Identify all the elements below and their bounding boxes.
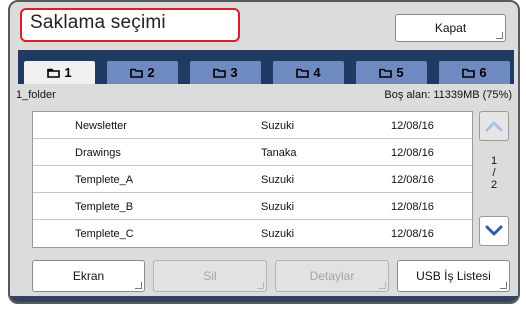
tab-label: 3 — [230, 65, 238, 80]
page-scroller: 1 / 2 — [479, 111, 509, 248]
folder-icon — [47, 68, 61, 78]
folder-name: 1_folder — [16, 89, 56, 101]
page-indicator: 1 / 2 — [479, 155, 509, 191]
list-item[interactable]: Templete_C Suzuki 12/08/16 — [33, 220, 472, 247]
item-name: Newsletter — [75, 120, 127, 132]
item-owner: Suzuki — [261, 201, 295, 213]
item-owner: Tanaka — [261, 147, 297, 159]
folder-info-line: 1_folder Boş alan: 11339MB (75%) — [10, 86, 518, 102]
scroll-down-button[interactable] — [479, 216, 509, 246]
item-name: Templete_C — [75, 228, 134, 240]
item-date: 12/08/16 — [391, 201, 434, 213]
folder-icon — [379, 68, 393, 78]
button-corner-mark — [379, 282, 386, 289]
page-current: 1 — [490, 155, 498, 167]
page-separator: / — [492, 167, 496, 179]
usb-job-list-button[interactable]: USB İş Listesi — [397, 260, 510, 292]
item-date: 12/08/16 — [391, 147, 434, 159]
tab-folder-2[interactable]: 2 — [107, 61, 178, 84]
list-item[interactable]: Newsletter Suzuki 12/08/16 — [33, 112, 472, 139]
storage-selection-dialog: Saklama seçimi Kapat 1 2 3 4 5 6 1_folde… — [8, 0, 520, 304]
usb-job-list-label: USB İş Listesi — [416, 269, 491, 283]
chevron-up-icon — [485, 121, 503, 132]
item-date: 12/08/16 — [391, 228, 434, 240]
list-item[interactable]: Templete_B Suzuki 12/08/16 — [33, 193, 472, 220]
tab-label: 6 — [479, 65, 487, 80]
item-owner: Suzuki — [261, 228, 295, 240]
ekran-button[interactable]: Ekran — [32, 260, 145, 292]
button-corner-mark — [496, 32, 503, 39]
item-date: 12/08/16 — [391, 174, 434, 186]
folder-tab-bar: 1 2 3 4 5 6 — [18, 50, 514, 84]
folder-icon — [462, 68, 476, 78]
tab-folder-1[interactable]: 1 — [24, 61, 95, 84]
item-name: Templete_A — [75, 174, 134, 186]
page-total: 2 — [490, 179, 498, 191]
tab-folder-5[interactable]: 5 — [356, 61, 427, 84]
details-button[interactable]: Detaylar — [275, 260, 389, 292]
free-space-text: Boş alan: 11339MB (75%) — [384, 89, 512, 101]
folder-icon — [213, 68, 227, 78]
delete-button-label: Sil — [203, 269, 217, 283]
list-item[interactable]: Drawings Tanaka 12/08/16 — [33, 139, 472, 166]
details-button-label: Detaylar — [309, 269, 355, 283]
item-owner: Suzuki — [261, 174, 295, 186]
tab-label: 4 — [313, 65, 321, 80]
tab-label: 2 — [147, 65, 155, 80]
tab-folder-4[interactable]: 4 — [273, 61, 344, 84]
button-corner-mark — [135, 282, 142, 289]
list-item[interactable]: Templete_A Suzuki 12/08/16 — [33, 166, 472, 193]
close-button[interactable]: Kapat — [395, 14, 506, 42]
tab-label: 5 — [396, 65, 404, 80]
ekran-button-label: Ekran — [72, 269, 105, 283]
item-name: Drawings — [75, 147, 121, 159]
item-owner: Suzuki — [261, 120, 295, 132]
page-title: Saklama seçimi — [30, 12, 166, 33]
folder-icon — [130, 68, 144, 78]
item-name: Templete_B — [75, 201, 134, 213]
tab-folder-3[interactable]: 3 — [190, 61, 261, 84]
button-corner-mark — [500, 282, 507, 289]
delete-button[interactable]: Sil — [153, 260, 267, 292]
chevron-down-icon — [485, 225, 503, 236]
button-corner-mark — [257, 282, 264, 289]
scroll-up-button[interactable] — [479, 111, 509, 141]
tab-label: 1 — [64, 65, 72, 80]
close-button-label: Kapat — [434, 21, 467, 35]
job-list: Newsletter Suzuki 12/08/16 Drawings Tana… — [32, 111, 473, 248]
folder-icon — [296, 68, 310, 78]
item-date: 12/08/16 — [391, 120, 434, 132]
tab-folder-6[interactable]: 6 — [439, 61, 510, 84]
